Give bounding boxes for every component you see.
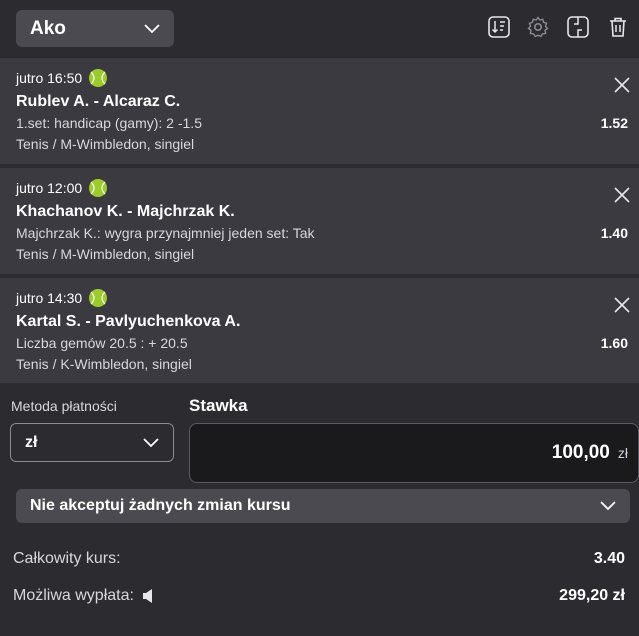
bet-type-dropdown[interactable]: Ako — [16, 10, 174, 47]
league-name: Tenis / M-Wimbledon, singiel — [16, 136, 195, 152]
close-icon[interactable] — [613, 76, 631, 94]
total-odds-label: Całkowity kurs: — [13, 550, 121, 567]
chevron-down-icon — [144, 23, 160, 33]
payout-row: Możliwa wypłata: 299,20 zł — [0, 587, 639, 611]
bet-odds: 1.52 — [600, 115, 628, 131]
league-name: Tenis / M-Wimbledon, singiel — [16, 246, 195, 262]
total-odds-value: 3.40 — [593, 550, 625, 567]
bet-odds: 1.40 — [600, 225, 628, 241]
stake-input[interactable]: 100,00 zł — [189, 423, 639, 483]
stake-label: Stawka — [189, 396, 248, 415]
sort-icon[interactable] — [486, 14, 512, 40]
tennis-ball-icon — [89, 69, 108, 87]
bet-market: 1.set: handicap (gamy): 2 -1.5 — [16, 115, 202, 131]
match-name: Kartal S. - Pavlyuchenkova A. — [16, 313, 241, 330]
bet-time-label: jutro 12:00 — [16, 180, 83, 196]
bet-odds: 1.60 — [600, 335, 628, 351]
bet-type-label: Ako — [30, 17, 66, 39]
speaker-icon[interactable] — [142, 588, 154, 604]
bet-time: jutro 14:30 — [16, 288, 108, 308]
payment-method-value: zł — [25, 433, 38, 451]
chevron-down-icon — [600, 501, 616, 511]
bet-card: jutro 16:50 Rublev A. - Alcaraz C. 1.set… — [0, 58, 639, 164]
bet-time: jutro 12:00 — [16, 178, 108, 198]
stake-value: 100,00 — [551, 442, 610, 463]
bet-market: Majchrzak K.: wygra przynajmniej jeden s… — [16, 225, 315, 241]
bet-card: jutro 14:30 Kartal S. - Pavlyuchenkova A… — [0, 278, 639, 384]
bet-time-label: jutro 16:50 — [16, 70, 83, 86]
bet-time: jutro 16:50 — [16, 68, 108, 88]
payout-label: Możliwa wypłata: — [13, 587, 134, 604]
payout-value: 299,20 zł — [559, 587, 625, 604]
tennis-ball-icon — [89, 179, 108, 197]
stake-section: Metoda płatności zł Stawka 100,00 zł Nie… — [0, 383, 639, 636]
odds-change-select[interactable]: Nie akceptuj żadnych zmian kursu — [16, 489, 630, 523]
total-odds-row: Całkowity kurs: 3.40 — [0, 550, 639, 574]
chevron-down-icon — [143, 437, 159, 447]
stake-currency: zł — [617, 445, 628, 461]
match-name: Rublev A. - Alcaraz C. — [16, 93, 181, 110]
bet-card: jutro 12:00 Khachanov K. - Majchrzak K. … — [0, 168, 639, 274]
bet-market: Liczba gemów 20.5 : + 20.5 — [16, 335, 188, 351]
close-icon[interactable] — [613, 296, 631, 314]
bet-time-label: jutro 14:30 — [16, 290, 83, 306]
payout-label-group: Możliwa wypłata: — [13, 587, 154, 605]
match-name: Khachanov K. - Majchrzak K. — [16, 203, 235, 220]
odds-change-value: Nie akceptuj żadnych zmian kursu — [30, 497, 291, 514]
bet-slip-header: Ako — [0, 0, 639, 58]
collapse-icon[interactable] — [565, 14, 591, 40]
trash-icon[interactable] — [605, 14, 631, 40]
close-icon[interactable] — [613, 186, 631, 204]
league-name: Tenis / K-Wimbledon, singiel — [16, 356, 192, 372]
payment-method-select[interactable]: zł — [10, 423, 174, 462]
tennis-ball-icon — [89, 289, 108, 307]
payment-method-label: Metoda płatności — [11, 398, 117, 414]
settings-icon[interactable] — [525, 14, 551, 40]
